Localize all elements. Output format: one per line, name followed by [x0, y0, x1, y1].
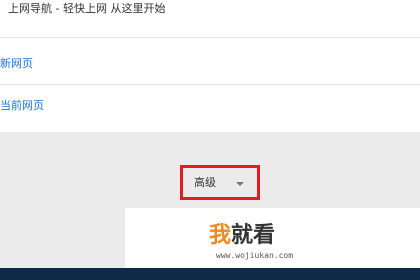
divider	[0, 37, 420, 38]
menu-item-new-page[interactable]: 新网页	[0, 53, 33, 75]
menu-item-current-page[interactable]: 当前网页	[0, 95, 44, 117]
advanced-button[interactable]: 高级	[180, 165, 260, 200]
chevron-down-icon	[236, 182, 244, 186]
watermark: 我就看 www.wojiukan.com	[125, 208, 420, 268]
watermark-logo-part2: 就看	[231, 223, 276, 248]
history-card: 上网导航 - 轻快上网 从这里开始 新网页 当前网页	[0, 0, 420, 132]
watermark-logo: 我就看	[209, 222, 275, 250]
advanced-label: 高级	[194, 176, 216, 189]
watermark-logo-part1: 我	[209, 223, 232, 248]
page-title: 上网导航 - 轻快上网 从这里开始	[8, 2, 166, 15]
footer-bar	[0, 268, 420, 280]
divider	[0, 84, 420, 85]
watermark-url: www.wojiukan.com	[216, 251, 294, 260]
